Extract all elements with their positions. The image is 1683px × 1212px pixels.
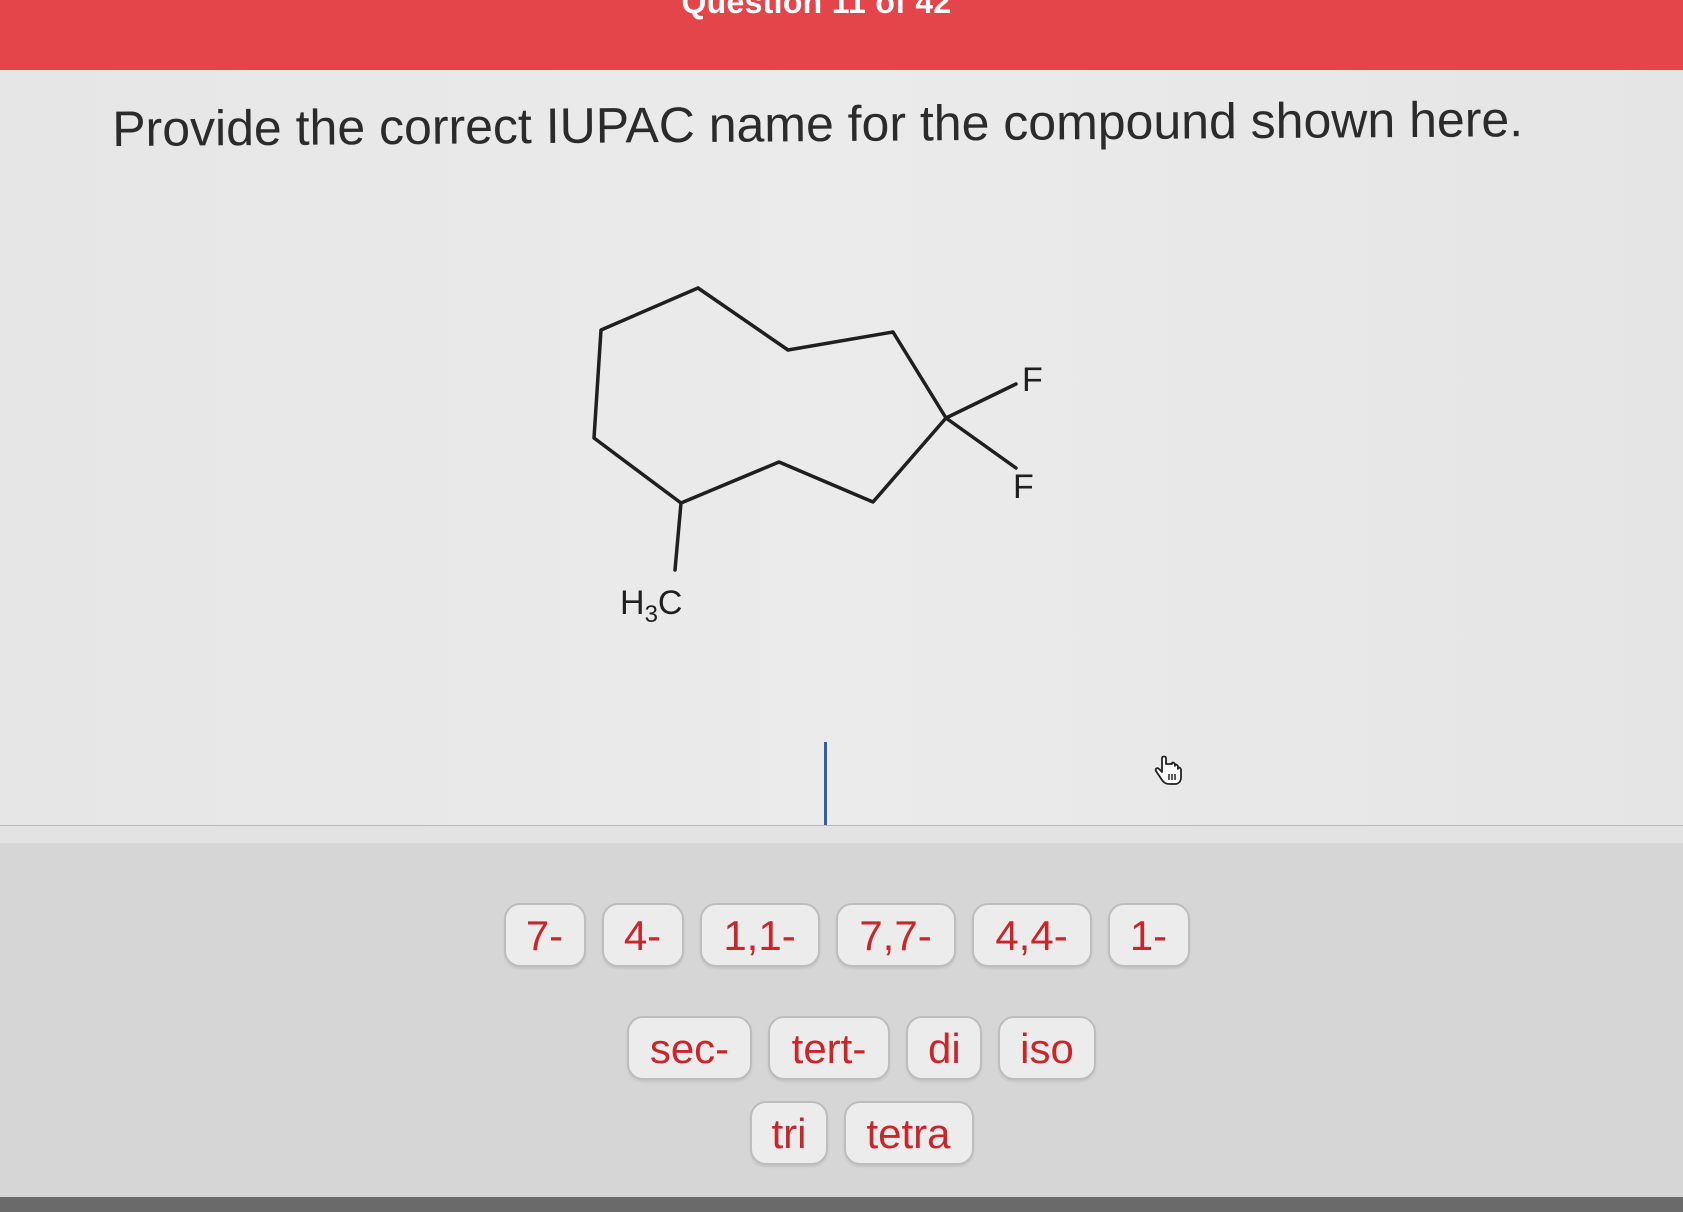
bond-c-f-top [944, 382, 1018, 420]
bond-ch3 [673, 501, 683, 572]
methyl-c: C [658, 584, 683, 622]
hand-pointer-icon [1150, 752, 1186, 788]
chip-1-1[interactable]: 1,1- [699, 903, 820, 967]
prefix-chip-row: sec- tert- di iso [0, 1016, 1683, 1080]
locant-chip-row: 7- 4- 1,1- 7,7- 4,4- 1- [0, 903, 1683, 967]
question-header: Question 11 of 42 [0, 0, 1683, 70]
chip-tri[interactable]: tri [749, 1101, 828, 1165]
chip-1[interactable]: 1- [1107, 903, 1190, 967]
chip-di[interactable]: di [906, 1016, 982, 1080]
multiplier-chip-row: tri tetra [0, 1101, 1683, 1165]
bottom-bar [0, 1197, 1683, 1212]
skeletal-formula-diagram: F F H3C [592, 286, 1043, 628]
cyclononane-ring [592, 286, 948, 505]
bond-c-f-bottom [944, 416, 1018, 470]
chip-4-4[interactable]: 4,4- [971, 903, 1092, 967]
chip-sec[interactable]: sec- [627, 1016, 752, 1080]
chip-iso[interactable]: iso [998, 1016, 1096, 1080]
compound-structure: F F H3C [570, 270, 1090, 650]
answer-input-caret[interactable] [824, 742, 827, 826]
answer-divider [0, 825, 1683, 844]
chip-7-7[interactable]: 7,7- [835, 903, 956, 967]
question-counter: Question 11 of 42 [681, 0, 952, 20]
question-prompt: Provide the correct IUPAC name for the c… [112, 91, 1524, 157]
methyl-subscript: 3 [645, 601, 658, 628]
chip-4[interactable]: 4- [601, 903, 684, 967]
chip-tetra[interactable]: tetra [843, 1101, 974, 1165]
methyl-h: H [620, 584, 645, 622]
methyl-label: H3C [620, 584, 682, 628]
fluorine-label-top: F [1022, 361, 1043, 399]
fluorine-label-bottom: F [1013, 468, 1034, 506]
chip-7[interactable]: 7- [503, 903, 586, 967]
chip-tert[interactable]: tert- [768, 1016, 890, 1080]
